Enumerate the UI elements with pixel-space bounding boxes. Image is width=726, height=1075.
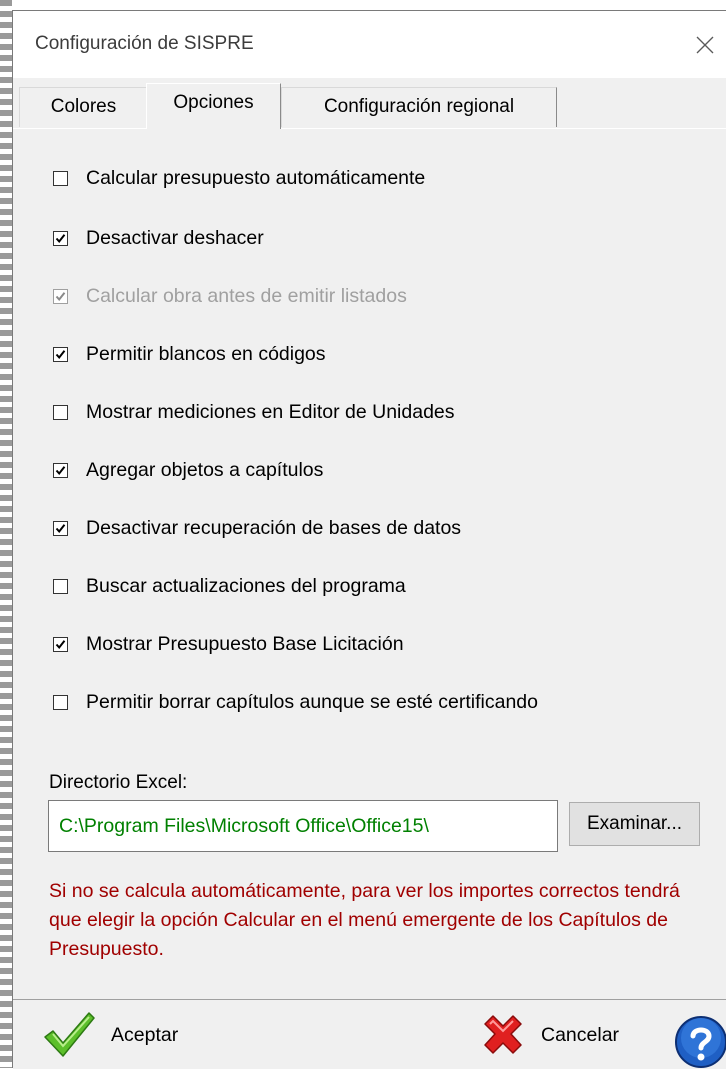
checkbox[interactable]	[53, 694, 68, 710]
tab-configuracion-regional[interactable]: Configuración regional	[281, 87, 557, 127]
option-mostrar-mediciones[interactable]: Mostrar mediciones en Editor de Unidades	[53, 400, 455, 424]
option-label: Calcular presupuesto automáticamente	[86, 166, 426, 189]
button-bar: Aceptar Cancelar	[13, 999, 726, 1069]
close-icon	[696, 36, 714, 54]
option-permitir-blancos[interactable]: Permitir blancos en códigos	[53, 342, 326, 366]
checkmark-icon	[55, 291, 66, 301]
options-panel: Calcular presupuesto automáticamente Des…	[13, 128, 726, 999]
option-desactivar-recuperacion[interactable]: Desactivar recuperación de bases de dato…	[53, 516, 461, 540]
excel-directory-label: Directorio Excel:	[49, 772, 188, 793]
window-title: Configuración de SISPRE	[35, 33, 254, 54]
option-label: Permitir borrar capítulos aunque se esté…	[86, 690, 538, 713]
title-bar: Configuración de SISPRE	[13, 11, 726, 78]
option-mostrar-presupuesto-base[interactable]: Mostrar Presupuesto Base Licitación	[53, 632, 404, 656]
checkmark-icon	[55, 465, 66, 475]
option-label: Mostrar mediciones en Editor de Unidades	[86, 400, 455, 423]
green-checkmark-icon	[44, 1012, 95, 1057]
checkbox[interactable]	[53, 462, 68, 478]
checkbox[interactable]	[53, 636, 68, 652]
cancel-label: Cancelar	[541, 1023, 620, 1046]
checkbox[interactable]	[53, 170, 68, 186]
checkbox[interactable]	[53, 520, 68, 536]
tab-colores[interactable]: Colores	[19, 87, 148, 127]
info-note: Si no se calcula automáticamente, para v…	[49, 880, 680, 960]
option-permitir-borrar-capitulos[interactable]: Permitir borrar capítulos aunque se esté…	[53, 690, 538, 714]
option-desactivar-deshacer[interactable]: Desactivar deshacer	[53, 226, 264, 250]
option-label: Agregar objetos a capítulos	[86, 458, 324, 481]
accept-label: Aceptar	[111, 1023, 179, 1046]
option-calcular-obra: Calcular obra antes de emitir listados	[53, 284, 407, 308]
accept-button[interactable]: Aceptar	[41, 1000, 251, 1070]
option-label: Desactivar deshacer	[86, 226, 264, 249]
tab-opciones[interactable]: Opciones	[146, 83, 281, 129]
checkmark-icon	[55, 523, 66, 533]
checkbox	[53, 288, 68, 304]
background-edge	[0, 0, 12, 1068]
checkmark-icon	[55, 349, 66, 359]
help-icon	[675, 1016, 726, 1068]
option-calcular-presupuesto[interactable]: Calcular presupuesto automáticamente	[53, 166, 425, 190]
close-button[interactable]	[685, 25, 725, 65]
checkmark-icon	[55, 639, 66, 649]
option-label: Desactivar recuperación de bases de dato…	[86, 516, 462, 539]
checkmark-icon	[55, 233, 66, 243]
excel-directory-input[interactable]	[48, 800, 558, 852]
cancel-button[interactable]: Cancelar	[479, 1000, 659, 1070]
checkbox[interactable]	[53, 346, 68, 362]
checkbox[interactable]	[53, 404, 68, 420]
option-agregar-objetos[interactable]: Agregar objetos a capítulos	[53, 458, 323, 482]
option-label: Mostrar Presupuesto Base Licitación	[86, 632, 404, 655]
option-buscar-actualizaciones[interactable]: Buscar actualizaciones del programa	[53, 574, 406, 598]
settings-dialog: Configuración de SISPRE Colores Opciones…	[12, 10, 726, 1069]
option-label: Buscar actualizaciones del programa	[86, 574, 406, 597]
option-label: Permitir blancos en códigos	[86, 342, 326, 365]
browse-button[interactable]: Examinar...	[569, 802, 700, 846]
option-label: Calcular obra antes de emitir listados	[86, 284, 407, 307]
checkbox[interactable]	[53, 578, 68, 594]
red-x-icon	[484, 1015, 522, 1054]
checkbox[interactable]	[53, 230, 68, 246]
help-button[interactable]	[673, 1014, 726, 1070]
